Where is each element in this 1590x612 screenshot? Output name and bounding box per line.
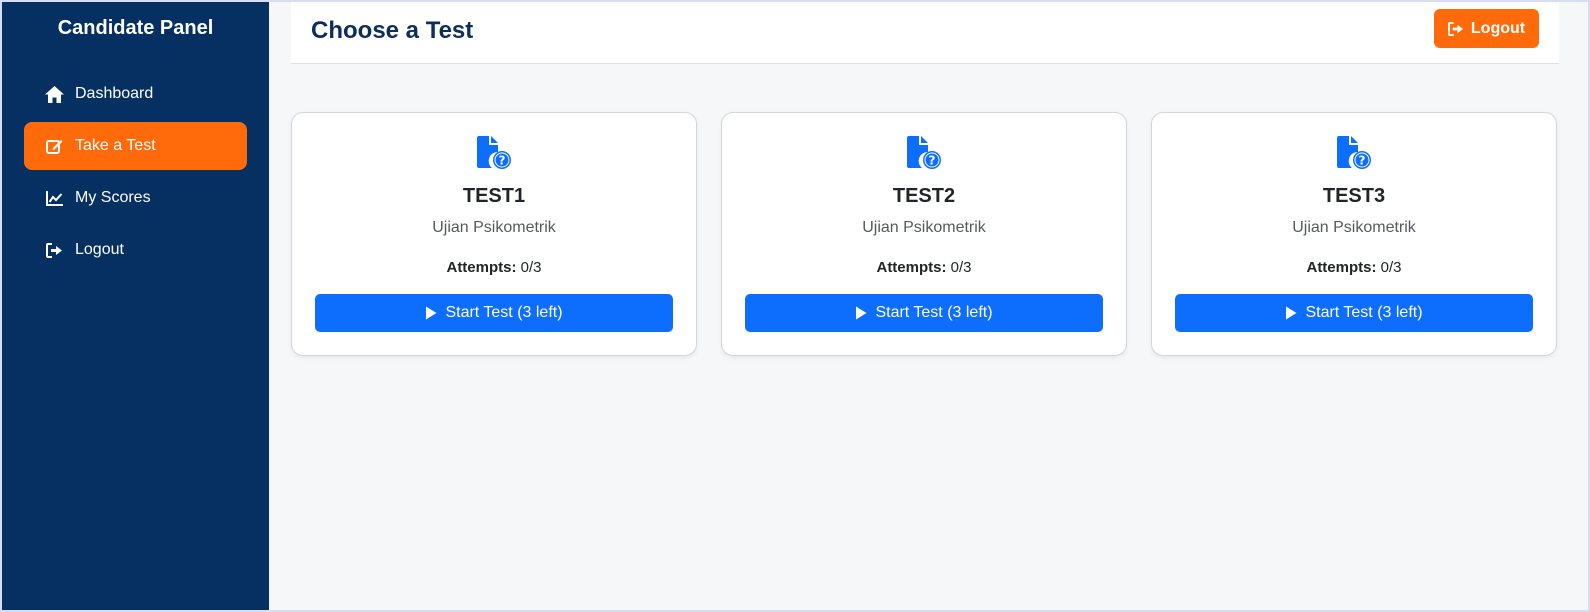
test-attempts: Attempts: 0/3	[292, 259, 696, 276]
svg-text:?: ?	[929, 154, 936, 168]
main-content: Choose a Test Logout ? TEST1 Ujian Psiko…	[269, 2, 1588, 610]
start-test-button[interactable]: Start Test (3 left)	[1175, 294, 1533, 332]
test-attempts: Attempts: 0/3	[1152, 259, 1556, 276]
attempts-label: Attempts:	[876, 259, 947, 276]
edit-icon	[44, 136, 64, 156]
sidebar-nav: Dashboard Take a Test My Scores Logout	[2, 70, 269, 274]
sidebar-item-label: Dashboard	[75, 85, 154, 102]
play-icon	[425, 306, 437, 320]
sidebar-item-take-a-test[interactable]: Take a Test	[24, 122, 247, 170]
chart-line-icon	[44, 188, 64, 208]
attempts-label: Attempts:	[446, 259, 517, 276]
start-test-label: Start Test (3 left)	[875, 304, 993, 321]
sidebar-item-dashboard[interactable]: Dashboard	[24, 70, 247, 118]
test-title: TEST3	[1322, 185, 1386, 207]
sidebar-item-label: Take a Test	[75, 137, 156, 154]
test-card: ? TEST1 Ujian Psikometrik Attempts: 0/3 …	[291, 112, 697, 356]
page-header: Choose a Test Logout	[291, 2, 1559, 64]
page-title: Choose a Test	[311, 17, 474, 44]
logout-icon	[1447, 21, 1464, 36]
test-subtitle: Ujian Psikometrik	[1292, 219, 1416, 236]
sidebar-title: Candidate Panel	[57, 17, 214, 39]
attempts-value: 0/3	[950, 259, 972, 276]
play-icon	[855, 306, 867, 320]
file-question-icon: ?	[1335, 136, 1373, 177]
attempts-value: 0/3	[520, 259, 542, 276]
home-icon	[44, 84, 64, 104]
sidebar-item-logout[interactable]: Logout	[24, 226, 247, 274]
start-test-button[interactable]: Start Test (3 left)	[745, 294, 1103, 332]
test-attempts: Attempts: 0/3	[722, 259, 1126, 276]
sidebar-item-label: My Scores	[75, 189, 151, 206]
svg-text:?: ?	[1359, 154, 1366, 168]
file-question-icon: ?	[905, 136, 943, 177]
sidebar-item-label: Logout	[75, 241, 124, 258]
test-card-list: ? TEST1 Ujian Psikometrik Attempts: 0/3 …	[291, 112, 1557, 356]
logout-button-label: Logout	[1470, 19, 1526, 37]
start-test-label: Start Test (3 left)	[1305, 304, 1423, 321]
test-subtitle: Ujian Psikometrik	[862, 219, 986, 236]
attempts-value: 0/3	[1380, 259, 1402, 276]
test-title: TEST1	[462, 185, 526, 207]
logout-icon	[44, 240, 64, 260]
test-card: ? TEST2 Ujian Psikometrik Attempts: 0/3 …	[721, 112, 1127, 356]
start-test-label: Start Test (3 left)	[445, 304, 563, 321]
logout-button[interactable]: Logout	[1434, 9, 1539, 48]
start-test-button[interactable]: Start Test (3 left)	[315, 294, 673, 332]
file-question-icon: ?	[475, 136, 513, 177]
sidebar: Candidate Panel Dashboard Take a Test My…	[2, 2, 269, 610]
attempts-label: Attempts:	[1306, 259, 1377, 276]
play-icon	[1285, 306, 1297, 320]
test-card: ? TEST3 Ujian Psikometrik Attempts: 0/3 …	[1151, 112, 1557, 356]
svg-text:?: ?	[499, 154, 506, 168]
sidebar-item-my-scores[interactable]: My Scores	[24, 174, 247, 222]
test-subtitle: Ujian Psikometrik	[432, 219, 556, 236]
test-title: TEST2	[892, 185, 956, 207]
